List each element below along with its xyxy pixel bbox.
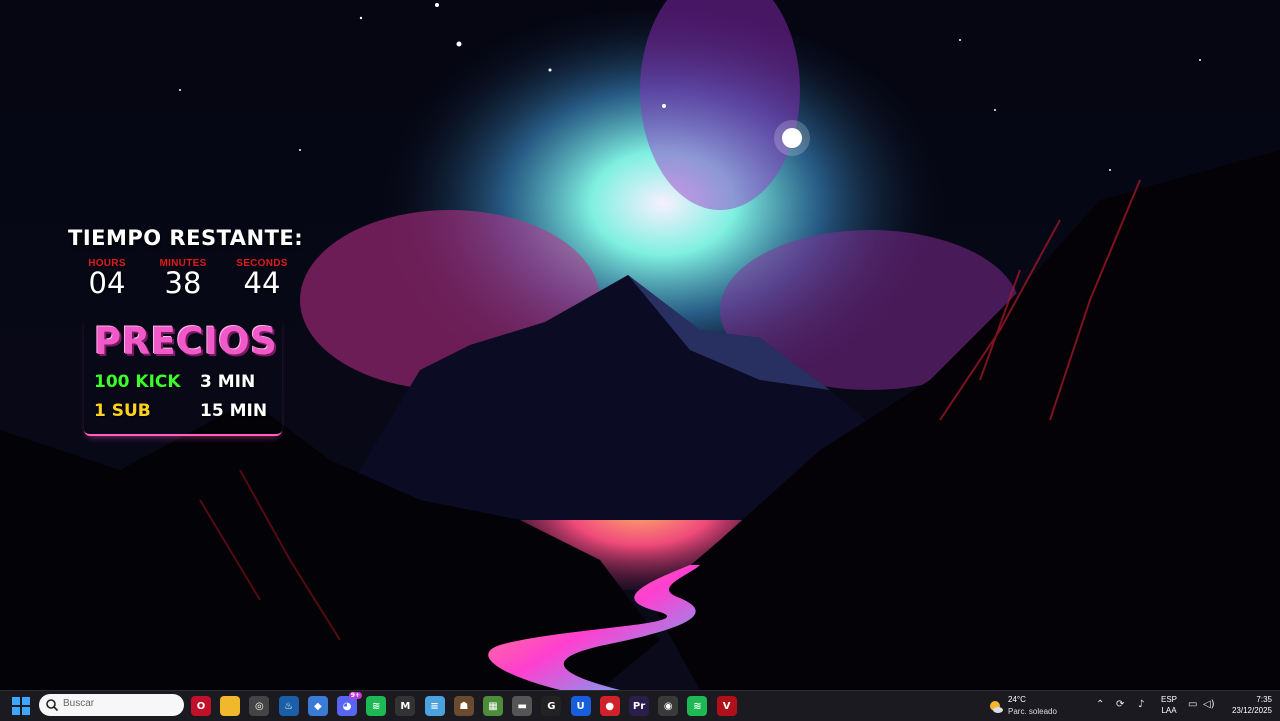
system-clock[interactable]: 7:35 23/12/2025 [1222,694,1272,716]
network-icon[interactable]: ▭ [1188,699,1197,710]
volume-icon[interactable]: ◁) [1203,699,1215,710]
search-placeholder: Buscar [63,698,95,709]
spotify-icon[interactable]: ≋ [366,696,387,716]
shield-app-icon[interactable]: ◆ [307,696,328,716]
steam-icon[interactable]: ♨ [278,696,299,716]
voicemeeter-icon[interactable]: V [716,696,737,716]
discord-icon[interactable]: ◕ 9+ [337,692,362,716]
hours-value: 04 [88,266,126,300]
chrome-like-icon[interactable]: ◎ [249,696,270,716]
prices-panel: PRECIOS 100 KICK 3 MIN 1 SUB 15 MIN [84,316,282,436]
pc-monitor-icon[interactable]: M [395,696,416,716]
editor-app-icon[interactable]: Pr [629,696,649,716]
weather-condition: Parc. soleado [1008,707,1057,716]
keyboard-layout: LAA [1161,706,1177,715]
countdown-title: TIEMPO RESTANTE: [68,226,304,250]
windows-logo-pane [22,707,30,715]
racing-game-icon[interactable]: ▬ [512,696,533,716]
file-explorer-icon[interactable] [220,696,241,716]
notepad-icon[interactable]: ≡ [424,696,445,716]
language-indicator[interactable]: ESP LAA [1158,694,1180,716]
weather-temperature: 24°C [1008,695,1026,704]
clock-date: 23/12/2025 [1231,706,1272,715]
microphone-icon[interactable]: ♪ [1138,699,1144,710]
price-item: 100 KICK [94,372,181,392]
price-item: 1 SUB [94,401,151,421]
sync-icon[interactable]: ⟳ [1116,699,1124,710]
chevron-up-icon[interactable]: ⌃ [1096,699,1104,710]
bitwarden-icon[interactable]: U [570,696,591,716]
seconds-value: 44 [243,266,281,300]
red-app-icon[interactable]: ● [599,696,620,716]
taskbar-search-box[interactable]: Buscar [39,694,184,716]
minecraft-icon[interactable]: ▦ [483,696,503,716]
price-row: 1 SUB 15 MIN [94,401,267,421]
opera-gx-icon[interactable]: O [191,696,211,716]
game-app-icon[interactable]: ☗ [453,696,474,716]
weather-widget[interactable]: 24°C Parc. soleado [986,695,1076,719]
prices-title: PRECIOS [94,320,278,363]
minutes-value: 38 [164,266,202,300]
spotify-icon-2[interactable]: ≋ [687,696,708,716]
windows-logo-pane [22,697,30,705]
clock-time: 7:35 [1256,695,1272,704]
minutes-unit: MINUTES 38 [148,258,218,298]
hours-unit: HOURS 04 [72,258,142,298]
seconds-unit: SECONDS 44 [227,258,297,298]
g-app-icon[interactable]: G [541,696,562,716]
partly-sunny-icon [990,701,1003,713]
price-time: 15 MIN [200,401,268,421]
language-code: ESP [1160,695,1177,704]
start-button[interactable] [12,697,30,715]
windows-logo-pane [12,707,20,715]
taskbar: Buscar O ◎ ♨ ◆ ◕ 9+ ≋ M ≡ ☗ ▦ ▬ G U ● Pr ◉ ≋ V 24°C Parc. … [0,690,1280,721]
price-time: 3 MIN [200,372,256,392]
notification-badge: 9+ [348,692,362,699]
windows-logo-icon [12,697,20,705]
obs-icon[interactable]: ◉ [658,696,679,716]
search-icon [46,699,59,712]
price-row: 100 KICK 3 MIN [94,372,255,392]
